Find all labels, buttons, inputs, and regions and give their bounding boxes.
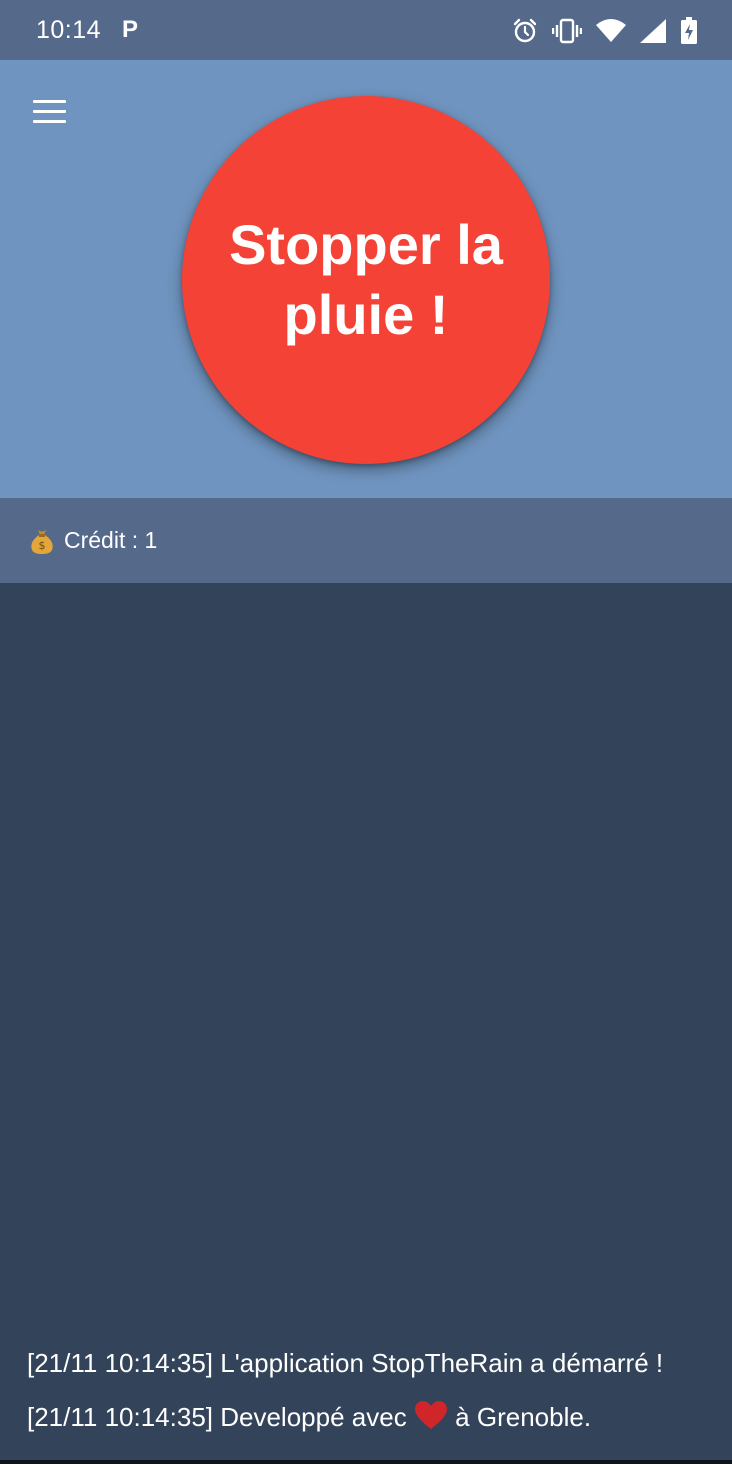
event-log: [21/11 10:14:35] L'application StopTheRa… [27, 1347, 707, 1434]
credit-label: Crédit : 1 [64, 527, 158, 553]
hero-area: Stopper la pluie ! [0, 60, 732, 498]
status-icons [512, 16, 698, 46]
hamburger-menu-icon[interactable] [28, 96, 72, 128]
log-line-suffix: à Grenoble. [455, 1402, 592, 1432]
log-line: [21/11 10:14:35] L'application StopTheRa… [27, 1348, 664, 1378]
status-time: 10:14 [36, 16, 102, 44]
parking-notification-icon: P [122, 16, 139, 43]
signal-icon [640, 19, 666, 43]
status-bar: 10:14 P [0, 0, 732, 60]
navigation-bar [0, 1460, 732, 1464]
money-bag-icon: $ [31, 529, 53, 554]
heart-icon [414, 1401, 447, 1429]
battery-charging-icon [681, 17, 697, 44]
log-line: [21/11 10:14:35] Developpé avec à Grenob… [27, 1400, 707, 1434]
credit-bar: $ Crédit : 1 [0, 498, 732, 583]
vibrate-icon [552, 18, 582, 44]
alarm-icon [513, 18, 537, 43]
svg-text:$: $ [39, 539, 46, 552]
stop-rain-button[interactable]: Stopper la pluie ! [182, 96, 550, 464]
log-line-prefix: [21/11 10:14:35] Developpé avec [27, 1402, 407, 1432]
stop-rain-button-label: Stopper la pluie ! [229, 213, 503, 346]
wifi-icon [596, 19, 626, 42]
